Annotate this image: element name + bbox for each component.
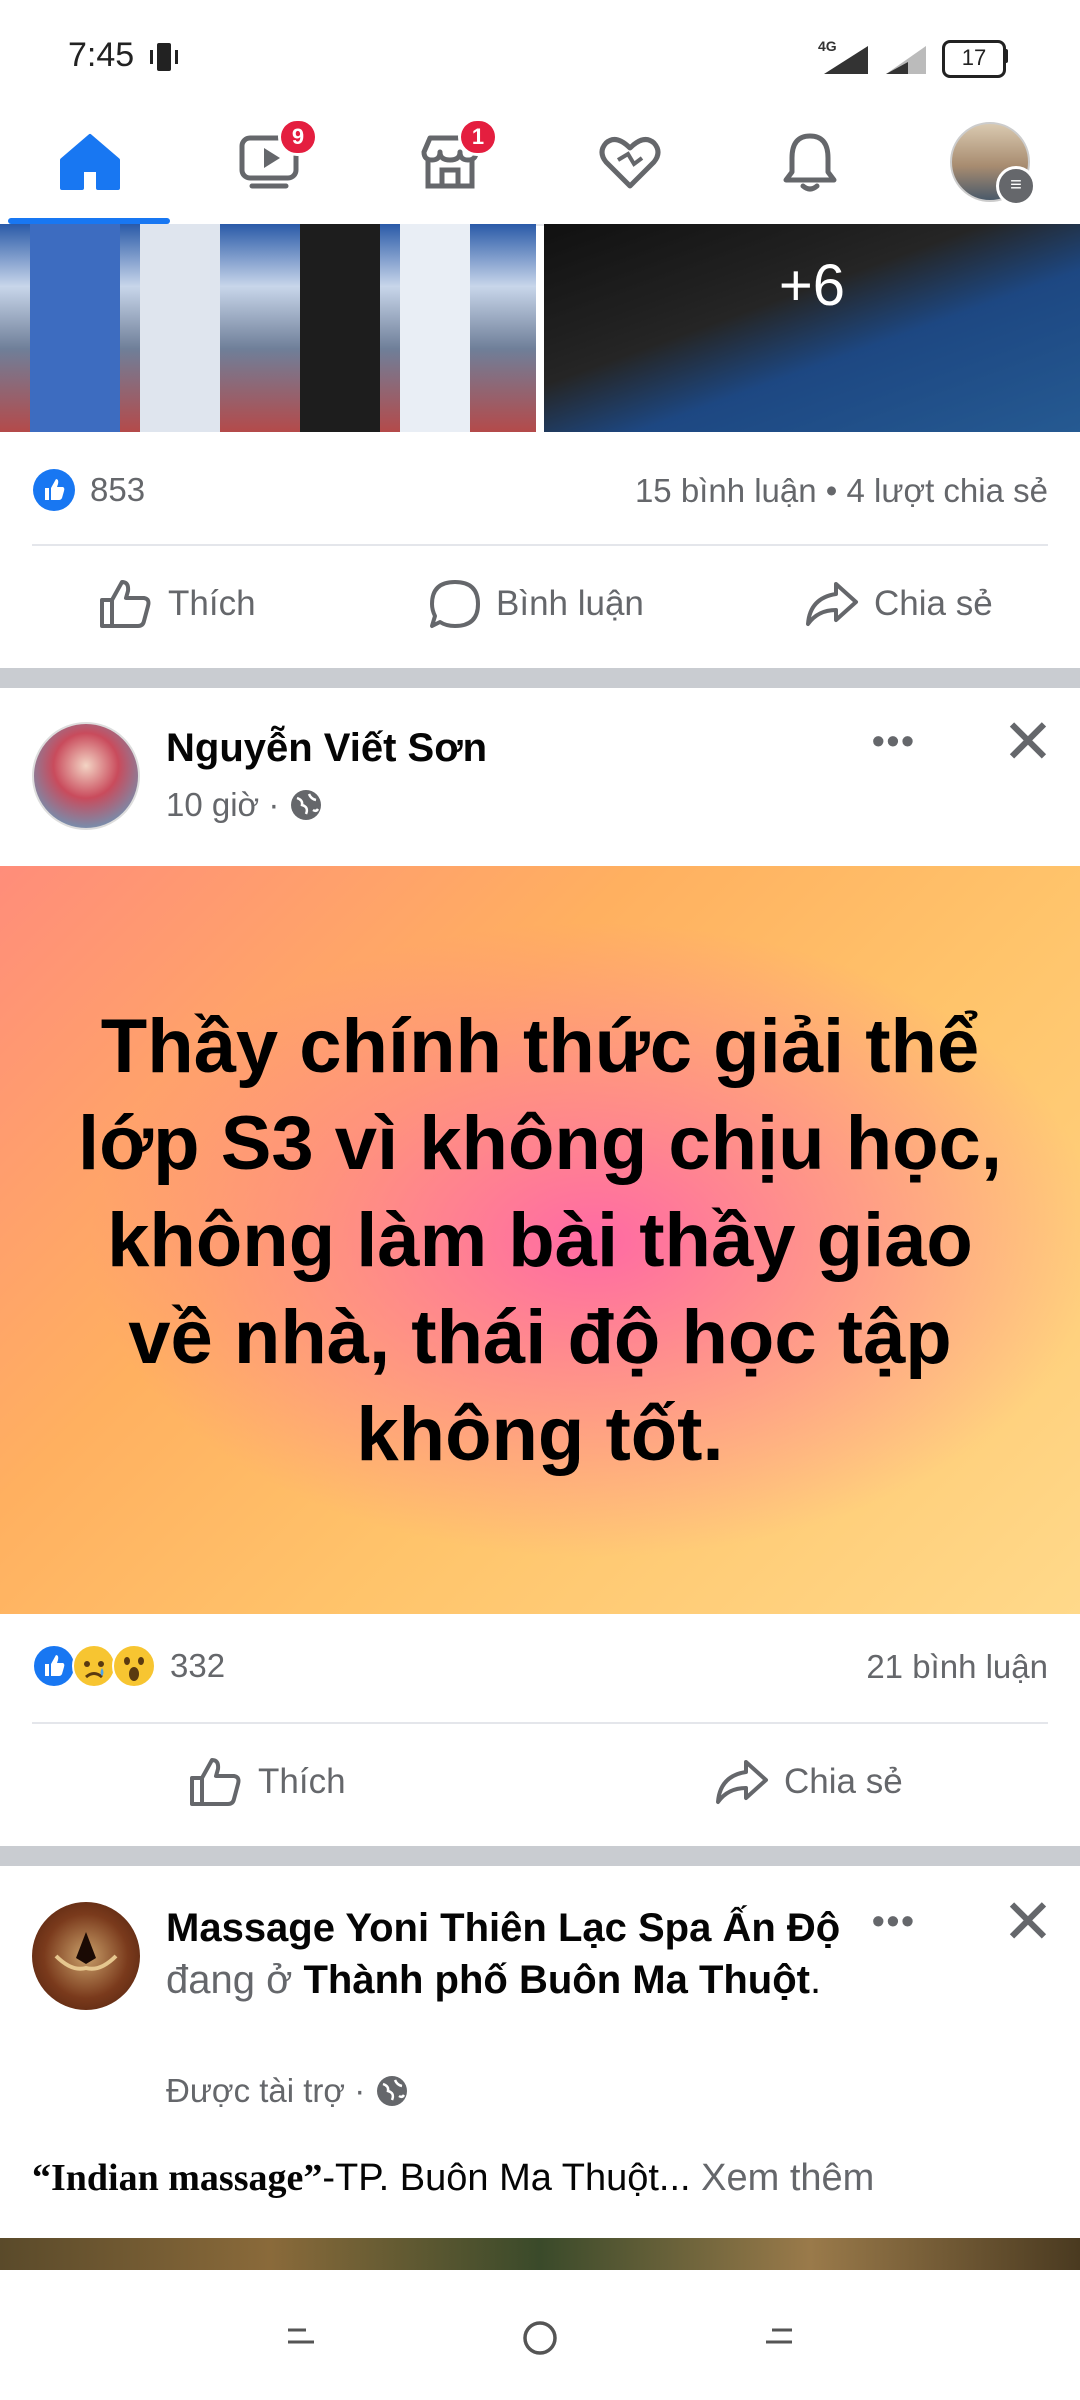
post2-reactions[interactable]: 332 <box>32 1644 225 1688</box>
tab-marketplace[interactable]: 1 <box>360 100 540 224</box>
heart-icon <box>599 136 661 189</box>
thumbs-up-icon <box>100 580 151 628</box>
spa-logo-icon <box>54 1932 118 1971</box>
share-label: Chia sẻ <box>784 1762 903 1801</box>
post3-close-button[interactable]: ✕ <box>1002 1892 1054 1954</box>
post2-text-background[interactable]: Thầy chính thức giải thể lớp S3 vì không… <box>0 866 1080 1614</box>
post2-close-button[interactable]: ✕ <box>1002 712 1054 774</box>
tab-notifications[interactable] <box>720 100 900 224</box>
bell-icon <box>783 133 837 192</box>
post3-text-bold: “Indian massage” <box>32 2157 323 2199</box>
comment-icon <box>430 580 480 628</box>
post2-author-avatar[interactable] <box>32 722 140 830</box>
post3-text: “Indian massage”-TP. Buôn Ma Thuột... Xe… <box>32 2156 874 2200</box>
post1-reactions[interactable]: 853 <box>32 468 145 512</box>
marketplace-badge: 1 <box>458 118 498 156</box>
post3-author-avatar[interactable] <box>32 1902 140 2010</box>
divider <box>32 1722 1048 1724</box>
tab-home[interactable] <box>0 100 180 224</box>
post1-like-button[interactable]: Thích <box>98 578 256 630</box>
battery-icon: 17 <box>942 40 1006 78</box>
sad-reaction-icon <box>72 1644 116 1688</box>
top-nav: 9 1 ≡ <box>0 100 1080 226</box>
post2-author-name[interactable]: Nguyễn Viết Sơn <box>166 726 487 771</box>
post3-more-options[interactable]: ••• <box>872 1900 916 1942</box>
like-count: 853 <box>90 471 146 508</box>
post2-text: Thầy chính thức giải thể lớp S3 vì không… <box>78 1003 1002 1477</box>
post3-header-text: Massage Yoni Thiên Lạc Spa Ấn Độ đang ở … <box>166 1902 846 2006</box>
post2-like-button[interactable]: Thích <box>188 1756 346 1808</box>
post3-period: . <box>810 1958 822 2002</box>
battery-tip <box>1003 49 1008 63</box>
status-time: 7:45 <box>68 36 135 74</box>
share-icon <box>716 1760 768 1804</box>
post2-time[interactable]: 10 giờ · <box>166 786 279 824</box>
see-more-link[interactable]: Xem thêm <box>701 2157 874 2199</box>
tab-watch[interactable]: 9 <box>180 100 360 224</box>
back-nav-icon[interactable] <box>764 2326 794 2348</box>
reaction-count: 332 <box>170 1647 226 1684</box>
watch-badge: 9 <box>278 118 318 156</box>
post2-share-button[interactable]: Chia sẻ <box>714 1756 903 1808</box>
status-bar: 7:45 4G 17 <box>0 0 1080 100</box>
more-photos-count: +6 <box>778 253 846 318</box>
home-icon <box>60 134 120 190</box>
post3-text-body: -TP. Buôn Ma Thuột... <box>322 2157 691 2199</box>
share-label: Chia sẻ <box>874 584 993 623</box>
post1-photo-1[interactable] <box>0 224 536 432</box>
post2-comments[interactable]: 21 bình luận <box>866 1648 1048 1686</box>
battery-level: 17 <box>961 45 987 70</box>
post3-location[interactable]: Thành phố Buôn Ma Thuột <box>303 1958 810 2002</box>
like-label: Thích <box>258 1762 346 1801</box>
tab-dating[interactable] <box>540 100 720 224</box>
post3-author-name[interactable]: Massage Yoni Thiên Lạc Spa Ấn Độ <box>166 1906 840 1950</box>
globe-icon <box>377 2076 408 2106</box>
post3-meta: Được tài trợ · <box>166 2072 409 2110</box>
sponsored-label[interactable]: Được tài trợ · <box>166 2072 365 2110</box>
post3-location-prefix: đang ở <box>166 1958 293 2002</box>
menu-nav-icon[interactable] <box>286 2326 316 2348</box>
divider <box>32 544 1048 546</box>
comment-label: Bình luận <box>496 584 644 623</box>
like-label: Thích <box>168 584 256 623</box>
post-separator <box>0 1846 1080 1866</box>
post1-comments-shares[interactable]: 15 bình luận • 4 lượt chia sẻ <box>635 472 1048 510</box>
like-reaction-icon <box>33 469 75 511</box>
system-nav-bar <box>0 2270 1080 2400</box>
post-separator <box>0 668 1080 688</box>
post1-comment-button[interactable]: Bình luận <box>428 578 644 630</box>
thumbs-up-icon <box>190 1758 241 1806</box>
post1-photo-2[interactable]: +6 <box>544 224 1080 432</box>
menu-icon: ≡ <box>996 166 1036 206</box>
tab-profile-menu[interactable]: ≡ <box>900 100 1080 224</box>
like-reaction-icon <box>32 1644 76 1688</box>
share-icon <box>806 582 858 626</box>
post1-share-button[interactable]: Chia sẻ <box>804 578 993 630</box>
globe-icon <box>291 790 322 820</box>
post2-meta: 10 giờ · <box>166 786 323 824</box>
home-nav-icon[interactable] <box>520 2318 560 2358</box>
signal-icon <box>824 46 868 74</box>
vibrate-icon <box>150 43 178 71</box>
signal-icon-2 <box>886 46 926 74</box>
post2-more-options[interactable]: ••• <box>872 720 916 762</box>
wow-reaction-icon <box>112 1644 156 1688</box>
